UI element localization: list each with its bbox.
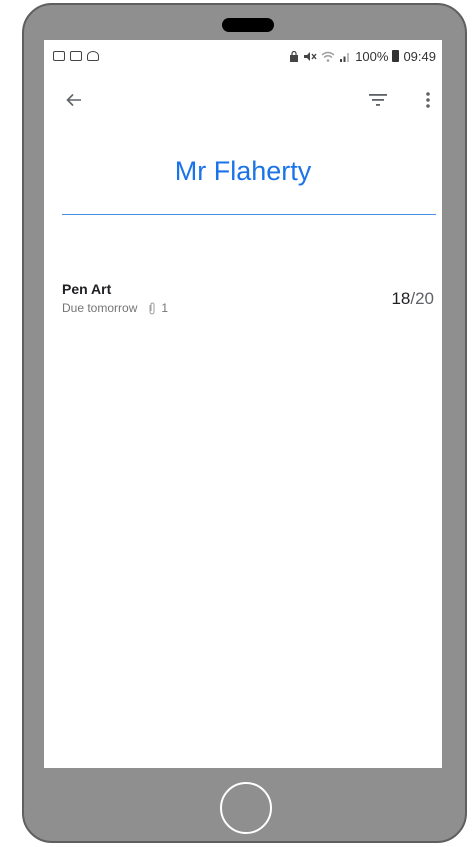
grade-score: 18 [391,289,411,308]
filter-icon [369,94,387,106]
app-screen: 100% 09:49 Mr Flaherty Pen Art Due tomor… [44,40,442,768]
title-divider [62,214,436,215]
grade-total: /20 [410,289,434,308]
signal-icon [340,52,350,62]
assignment-row[interactable]: Pen Art Due tomorrow 1 18/20 [44,278,442,326]
wifi-icon [321,51,335,62]
mute-icon [304,51,317,61]
battery-percent: 100% [355,48,389,64]
lock-icon [290,50,299,62]
page-title: Mr Flaherty [174,156,312,186]
app-icon [87,51,99,61]
assignment-title: Pen Art [62,281,112,297]
attachment-count: 1 [161,301,169,315]
grade: 18/20 [391,289,434,309]
notification-icons [53,51,99,61]
more-vert-icon [426,92,430,108]
due-label: Due tomorrow [62,301,138,315]
app-toolbar [44,80,442,120]
attachment-icon [149,302,155,314]
image-icon [70,51,82,61]
clock: 09:49 [403,48,436,64]
filter-button[interactable] [366,88,390,112]
battery-icon [392,50,400,62]
speaker-grille [222,18,274,32]
status-bar: 100% 09:49 [44,40,442,72]
mail-icon [53,51,65,61]
system-icons: 100% 09:49 [289,49,436,64]
assignment-meta: Due tomorrow 1 [62,301,168,315]
more-options-button[interactable] [416,88,440,112]
back-button[interactable] [62,88,86,112]
arrow-back-icon [66,93,81,107]
home-button[interactable] [220,782,272,834]
